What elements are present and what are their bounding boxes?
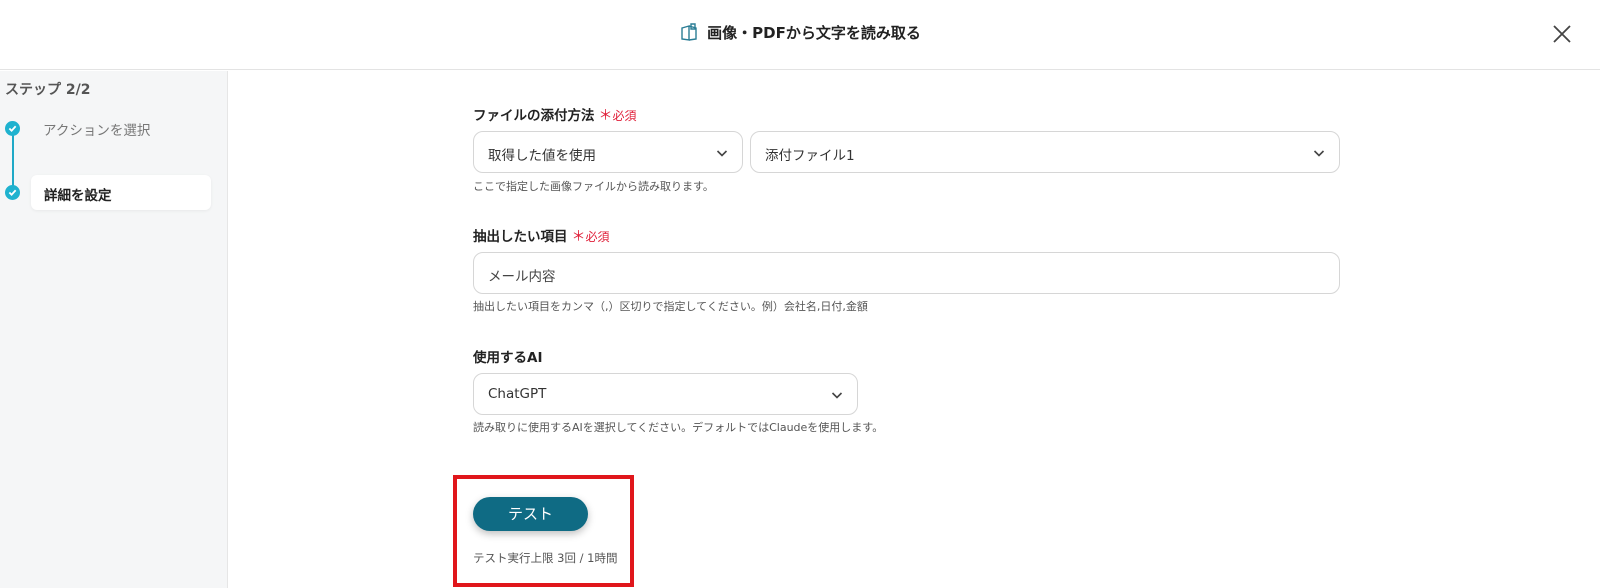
chevron-down-icon xyxy=(1313,150,1325,157)
highlight-box xyxy=(453,475,634,587)
attach-help-text: ここで指定した画像ファイルから読み取ります。 xyxy=(473,180,714,193)
extract-items-label: 抽出したい項目 ＊必須 xyxy=(473,225,610,246)
extract-items-input[interactable]: メール内容 xyxy=(473,252,1340,294)
ai-select[interactable]: ChatGPT xyxy=(473,373,858,415)
test-limit-text: テスト実行上限 3回 / 1時間 xyxy=(473,551,618,565)
check-icon xyxy=(5,185,20,200)
step-counter: ステップ 2/2 xyxy=(5,82,91,98)
test-button[interactable]: テスト xyxy=(473,497,588,531)
attach-file-select[interactable]: 添付ファイル1 xyxy=(750,131,1340,173)
step-item-select-action[interactable]: アクションを選択 xyxy=(43,119,150,139)
attach-method-value: 取得した値を使用 xyxy=(488,148,596,164)
modal-title-text: 画像・PDFから文字を読み取る xyxy=(707,24,921,42)
attach-method-label-text: ファイルの添付方法 xyxy=(473,108,595,124)
check-icon xyxy=(5,121,20,136)
ai-select-value: ChatGPT xyxy=(488,386,547,402)
modal-title: 画像・PDFから文字を読み取る xyxy=(0,22,1600,46)
attach-method-select[interactable]: 取得した値を使用 xyxy=(473,131,743,173)
ai-help-text: 読み取りに使用するAIを選択してください。デフォルトではClaudeを使用します… xyxy=(473,421,884,434)
ocr-document-icon xyxy=(679,22,699,46)
attach-file-value: 添付ファイル1 xyxy=(765,148,855,164)
close-icon[interactable] xyxy=(1550,22,1574,46)
required-badge: ＊必須 xyxy=(571,229,610,245)
attach-method-label: ファイルの添付方法 ＊必須 xyxy=(473,104,637,125)
ai-select-label: 使用するAI xyxy=(473,350,543,366)
required-badge: ＊必須 xyxy=(598,108,637,124)
step-item-configure-details[interactable]: 詳細を設定 xyxy=(31,175,211,210)
step-sidebar: ステップ 2/2 アクションを選択 詳細を設定 xyxy=(0,71,228,588)
modal-header: 画像・PDFから文字を読み取る xyxy=(0,0,1600,70)
extract-items-label-text: 抽出したい項目 xyxy=(473,229,568,245)
chevron-down-icon xyxy=(716,150,728,157)
chevron-down-icon xyxy=(831,392,843,399)
extract-help-text: 抽出したい項目をカンマ（,）区切りで指定してください。例）会社名,日付,金額 xyxy=(473,300,868,313)
